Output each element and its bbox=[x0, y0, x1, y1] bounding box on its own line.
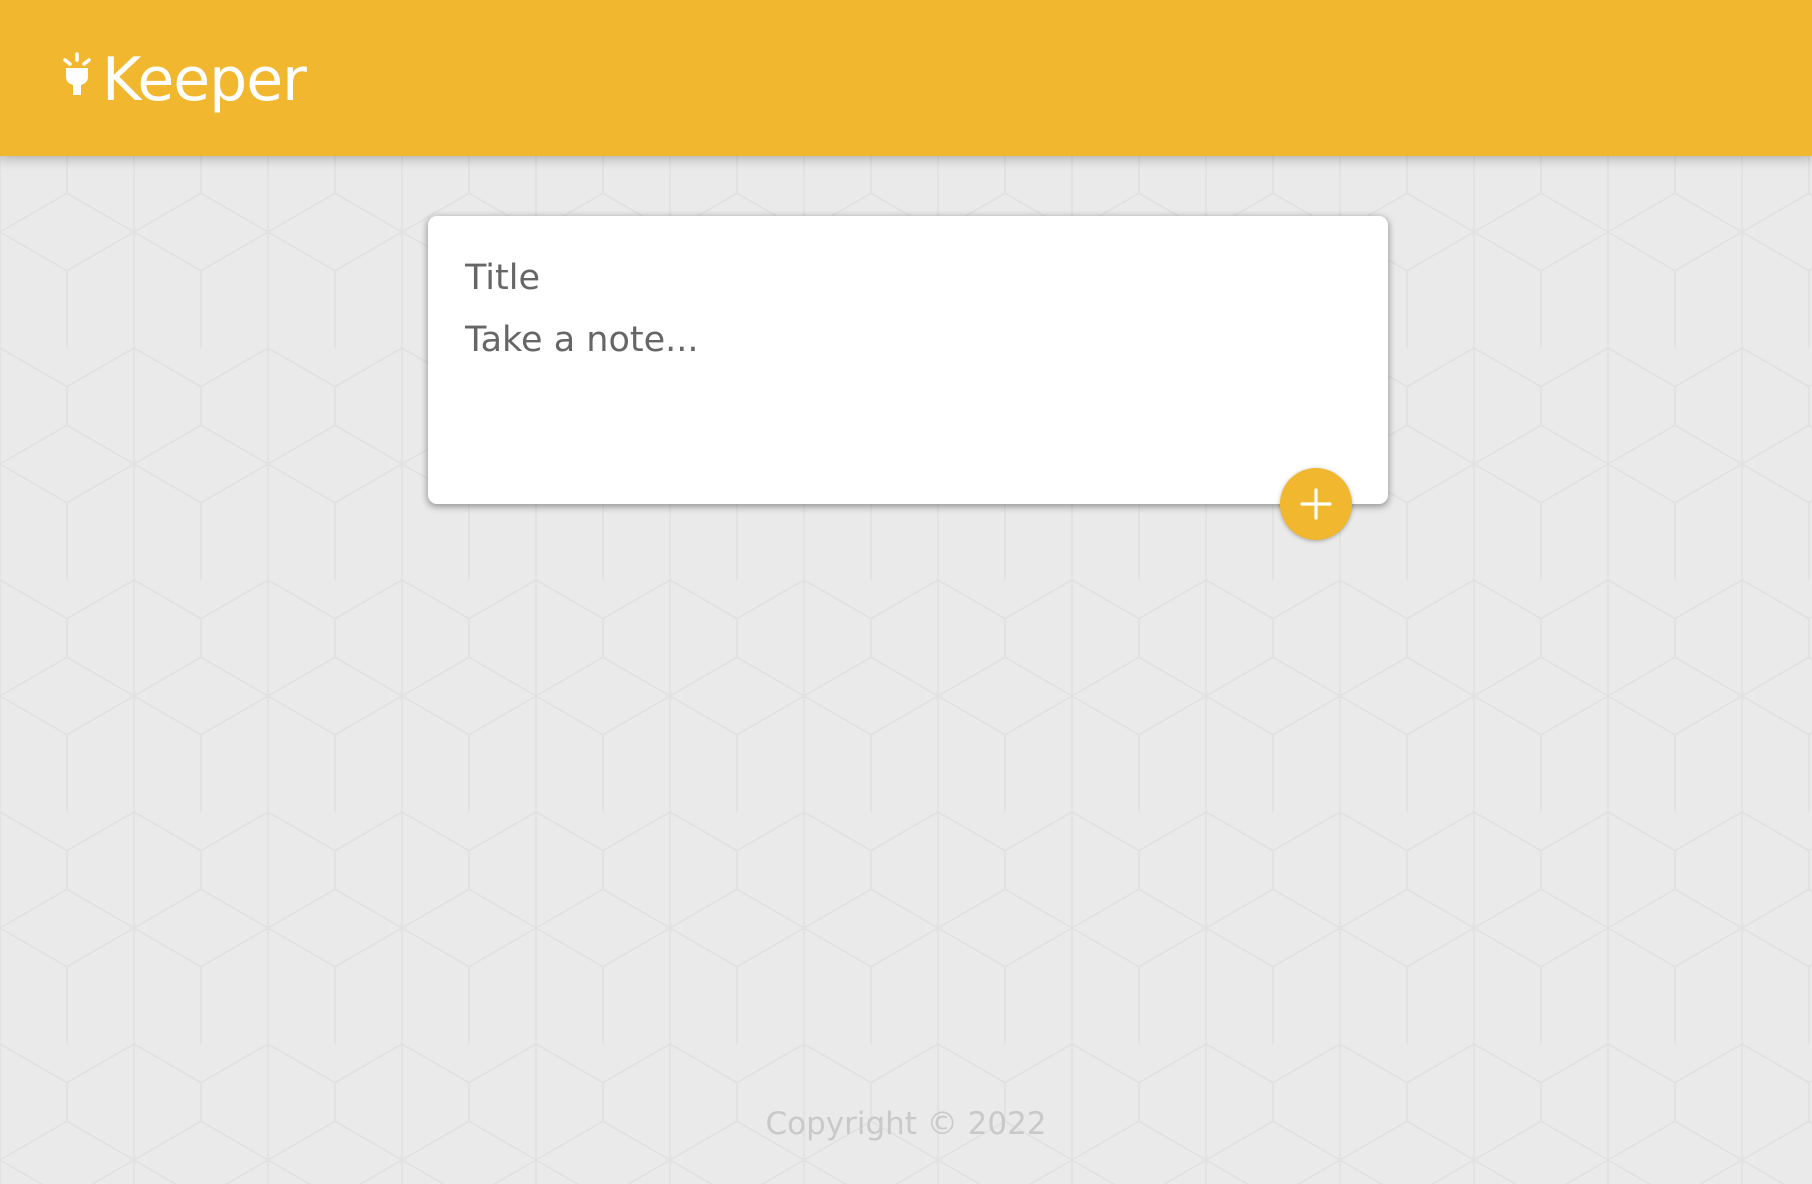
app-header: Keeper bbox=[0, 0, 1812, 156]
note-title-input[interactable] bbox=[465, 254, 1345, 302]
app-title: Keeper bbox=[102, 45, 307, 115]
copyright-text: Copyright © 2022 bbox=[765, 1106, 1047, 1142]
create-note-form bbox=[428, 216, 1388, 504]
note-content-textarea[interactable] bbox=[465, 316, 1345, 466]
lightbulb-icon bbox=[63, 52, 91, 95]
page-footer: Copyright © 2022 bbox=[0, 1106, 1812, 1142]
background-cube-pattern bbox=[0, 0, 1812, 1184]
app-logo[interactable]: Keeper bbox=[60, 40, 307, 120]
add-note-button[interactable] bbox=[1280, 468, 1352, 540]
plus-icon bbox=[1300, 488, 1332, 520]
